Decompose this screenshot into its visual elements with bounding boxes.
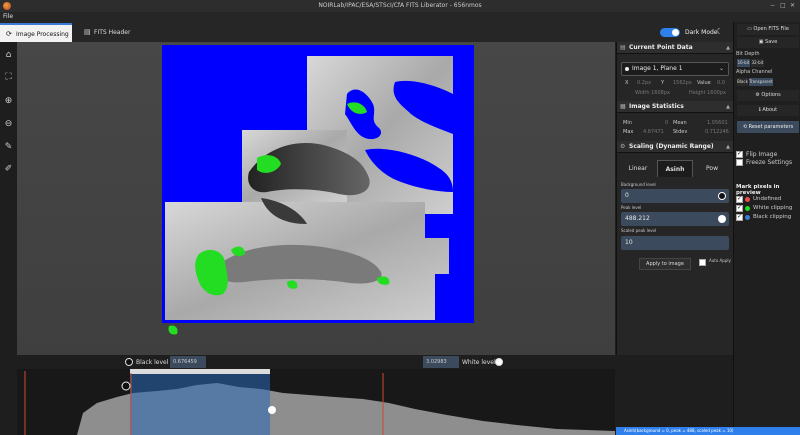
- background-level-field[interactable]: 0: [621, 189, 729, 203]
- image-statistics-header[interactable]: ▦ Image Statistics ▲: [617, 101, 734, 113]
- color-picker-icon[interactable]: ✐: [3, 164, 14, 175]
- scaled-peak-field[interactable]: 10: [621, 236, 729, 250]
- collapse-icon[interactable]: ▲: [726, 101, 730, 113]
- maximize-icon[interactable]: □: [780, 0, 786, 12]
- tab-asinh[interactable]: Asinh: [657, 160, 693, 177]
- background-knob[interactable]: [718, 192, 726, 200]
- dark-mode-toggle[interactable]: [660, 28, 680, 37]
- zoom-out-icon[interactable]: ⊖: [3, 119, 14, 130]
- white-level-input[interactable]: [423, 356, 459, 368]
- tab-image-processing[interactable]: ⟳ Image Processing: [0, 23, 72, 42]
- white-level-handle[interactable]: [268, 406, 276, 414]
- tab-linear[interactable]: Linear: [619, 160, 657, 177]
- tab-fits-header[interactable]: ▤ FITS Header: [78, 23, 138, 42]
- open-fits-button[interactable]: ▭ Open FITS File: [737, 24, 799, 35]
- black-level-indicator-icon: [125, 358, 133, 366]
- black-level-label: Black level: [136, 359, 169, 366]
- eyedropper-icon[interactable]: ✎: [3, 142, 14, 153]
- histogram[interactable]: [17, 369, 615, 435]
- tab-pow[interactable]: Pow: [693, 160, 731, 177]
- white-level-indicator-icon: [495, 358, 503, 366]
- status-bar: Asinh(background = 0, peak = 488, scaled…: [616, 427, 800, 435]
- histogram-plot[interactable]: [17, 369, 615, 435]
- zoom-in-icon[interactable]: ⊕: [3, 96, 14, 107]
- chevron-down-icon: ⌄: [718, 65, 724, 72]
- auto-apply-checkbox[interactable]: [699, 259, 706, 266]
- app-logo-icon: [3, 2, 11, 10]
- bit-depth-32[interactable]: 32-bit: [751, 59, 764, 67]
- menu-bar: File: [0, 12, 800, 22]
- window-title: NOIRLab/IPAC/ESA/STScI/CfA FITS Liberato…: [318, 2, 482, 9]
- menu-file[interactable]: File: [3, 13, 13, 20]
- reset-parameters-button[interactable]: ⟲ Reset parameters: [737, 121, 799, 133]
- white-clipping-region: [168, 325, 178, 335]
- right-panel: ▭ Open FITS File ▣ Save Bit Depth 16-bit…: [733, 22, 800, 435]
- fit-to-screen-icon[interactable]: ⛶: [3, 72, 14, 83]
- tab-bar: ⟳ Image Processing ▤ FITS Header: [0, 22, 733, 42]
- about-button[interactable]: ℹ About: [737, 105, 799, 116]
- alpha-transparent[interactable]: Transparent: [749, 78, 773, 86]
- undefined-color-icon: [745, 197, 750, 202]
- close-icon[interactable]: ✕: [790, 0, 795, 12]
- peak-knob[interactable]: [718, 215, 726, 223]
- alpha-black[interactable]: Black: [737, 78, 748, 86]
- white-level-label: White level: [462, 359, 496, 366]
- black-level-handle[interactable]: [121, 381, 131, 391]
- bit-depth-16[interactable]: 16-bit: [737, 59, 750, 67]
- black-level-input[interactable]: [170, 356, 206, 368]
- minimize-icon[interactable]: −: [770, 0, 775, 12]
- moon-icon: ☾: [716, 27, 724, 36]
- mark-white-clipping-checkbox[interactable]: [736, 204, 743, 212]
- tab-label: Image Processing: [16, 31, 69, 38]
- level-controls: Black level White level: [0, 355, 733, 369]
- image-viewport[interactable]: [17, 42, 615, 355]
- table-icon: ▤: [84, 28, 91, 36]
- apply-to-image-button[interactable]: Apply to image: [639, 258, 691, 270]
- mark-undefined-checkbox[interactable]: [736, 195, 743, 203]
- list-icon: ▤: [620, 44, 626, 51]
- flip-image-checkbox[interactable]: [736, 150, 743, 158]
- collapse-icon[interactable]: ▲: [726, 42, 730, 54]
- peak-level-field[interactable]: 488.212: [621, 212, 729, 226]
- status-text: Asinh(background = 0, peak = 488, scaled…: [624, 428, 734, 433]
- home-icon[interactable]: ⌂: [3, 50, 14, 61]
- settings-icon: ⚙: [620, 143, 626, 150]
- scaling-header[interactable]: ⚙ Scaling (Dynamic Range) ▲: [617, 141, 734, 153]
- save-button[interactable]: ▣ Save: [737, 37, 799, 48]
- left-toolbar: ⌂ ⛶ ⊕ ⊖ ✎ ✐: [0, 42, 17, 355]
- range-top-bar: [130, 369, 270, 374]
- current-point-header[interactable]: ▤ Current Point Data ▲: [617, 42, 734, 54]
- histogram-selected-range[interactable]: [130, 369, 270, 435]
- black-clipping-color-icon: [745, 215, 750, 220]
- white-clipping-color-icon: [745, 206, 750, 211]
- freeze-settings-checkbox[interactable]: [736, 159, 743, 166]
- image-plane-select[interactable]: Image 1, Plane 1 ⌄: [621, 62, 729, 76]
- chart-icon: ▦: [620, 103, 626, 110]
- options-button[interactable]: ⚙ Options: [737, 90, 799, 101]
- collapse-icon[interactable]: ▲: [726, 141, 730, 153]
- tab-label: FITS Header: [94, 29, 131, 36]
- fits-image-preview[interactable]: [17, 42, 615, 355]
- parameters-panel: ▤ Current Point Data ▲ Image 1, Plane 1 …: [616, 42, 734, 355]
- dark-mode-label: Dark Mode: [685, 29, 718, 36]
- title-bar: NOIRLab/IPAC/ESA/STScI/CfA FITS Liberato…: [0, 0, 800, 12]
- mark-black-clipping-checkbox[interactable]: [736, 213, 743, 221]
